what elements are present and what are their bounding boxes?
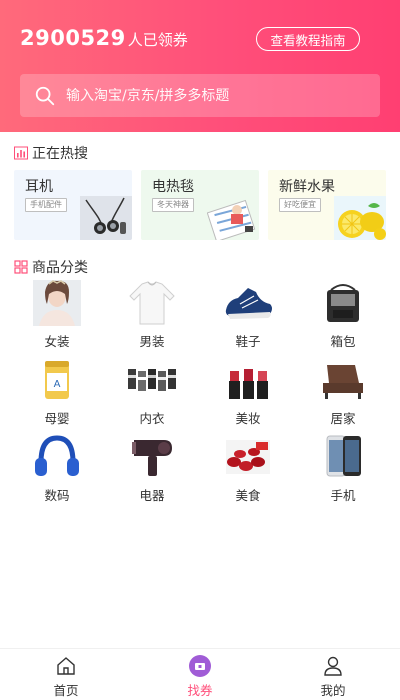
search-icon [35,86,55,105]
lipstick-image [229,369,268,399]
nav-home-label: 首页 [53,683,79,698]
category-food[interactable]: 美食 [200,434,296,504]
grid-icon [14,260,28,274]
sofa-chair-image [323,365,363,399]
hot-card-earphones[interactable]: 耳机 手机配件 [14,170,132,240]
category-label: 电器 [139,488,165,503]
headphones-image [35,435,79,476]
formula-can-image: A [45,361,69,399]
nav-profile[interactable]: 我的 [293,655,373,699]
mens-shirt-image [129,281,175,325]
category-label: 手机 [330,488,356,503]
category-bags[interactable]: 箱包 [295,280,391,350]
hot-card-title: 新鲜水果 [279,179,335,195]
hot-card-tag: 冬天神器 [152,198,194,212]
category-shoes[interactable]: 鞋子 [200,280,296,350]
nav-find-coupons-label: 找券 [187,683,213,698]
svg-text:A: A [54,379,61,390]
category-mens-clothing[interactable]: 男装 [104,280,200,350]
category-label: 美食 [235,488,261,503]
category-digital[interactable]: 数码 [9,434,105,504]
category-phones[interactable]: 手机 [295,434,391,504]
hot-card-tag: 手机配件 [25,198,67,212]
category-label: 内衣 [139,411,165,426]
category-label: 居家 [330,411,356,426]
bar-chart-icon [14,146,28,160]
category-womens-clothing[interactable]: 女装 [9,280,105,350]
category-appliances[interactable]: 电器 [104,434,200,504]
nav-profile-label: 我的 [320,683,346,698]
smartphone-image [326,435,361,477]
hot-card-title: 电热毯 [152,179,194,195]
bag-image [327,284,359,322]
tutorial-guide-button[interactable]: 查看教程指南 [256,27,360,51]
category-mother-baby[interactable]: A 母婴 [9,357,105,427]
category-label: 鞋子 [235,334,261,349]
socks-image [128,369,176,391]
header: 2900529 人已领券 查看教程指南 [0,0,400,132]
category-label: 箱包 [330,334,356,349]
earphones-image [80,196,132,240]
nav-home[interactable]: 首页 [26,655,106,699]
home-icon [57,657,75,675]
category-label: 美妆 [235,411,261,426]
claimed-count-number: 2900529 [20,26,126,50]
womens-clothing-image [33,280,81,326]
search-box[interactable] [20,74,380,117]
bottom-navigation: 首页 找券 我的 [0,648,400,700]
category-makeup[interactable]: 美妆 [200,357,296,427]
category-home[interactable]: 居家 [295,357,391,427]
hot-search-heading: 正在热搜 [14,143,88,163]
categories-heading: 商品分类 [14,257,88,277]
hot-card-title: 耳机 [25,179,53,195]
hot-card-tag: 好吃便宜 [279,198,321,212]
category-underwear[interactable]: 内衣 [104,357,200,427]
dates-food-image [226,440,270,474]
claimed-count: 2900529 人已领券 [20,26,188,50]
hot-card-electric-blanket[interactable]: 电热毯 冬天神器 [141,170,259,240]
nav-find-coupons[interactable]: 找券 [160,655,240,699]
category-label: 女装 [44,334,70,349]
hot-card-fresh-fruit[interactable]: 新鲜水果 好吃便宜 [268,170,386,240]
claimed-count-suffix: 人已领券 [127,31,188,49]
category-label: 男装 [139,334,165,349]
coupon-app-page: 2900529 人已领券 查看教程指南 正在热搜 耳机 手机配件 [0,0,400,700]
user-icon [324,656,342,676]
electric-blanket-image [207,199,256,240]
category-label: 母婴 [44,411,70,426]
lemon-image [334,196,386,240]
categories-title: 商品分类 [32,260,88,276]
hair-dryer-image [132,440,172,476]
search-input[interactable] [66,87,346,104]
category-label: 数码 [44,488,70,503]
sneaker-image [225,288,272,319]
coupon-icon [189,655,211,677]
hot-search-title: 正在热搜 [32,146,88,162]
